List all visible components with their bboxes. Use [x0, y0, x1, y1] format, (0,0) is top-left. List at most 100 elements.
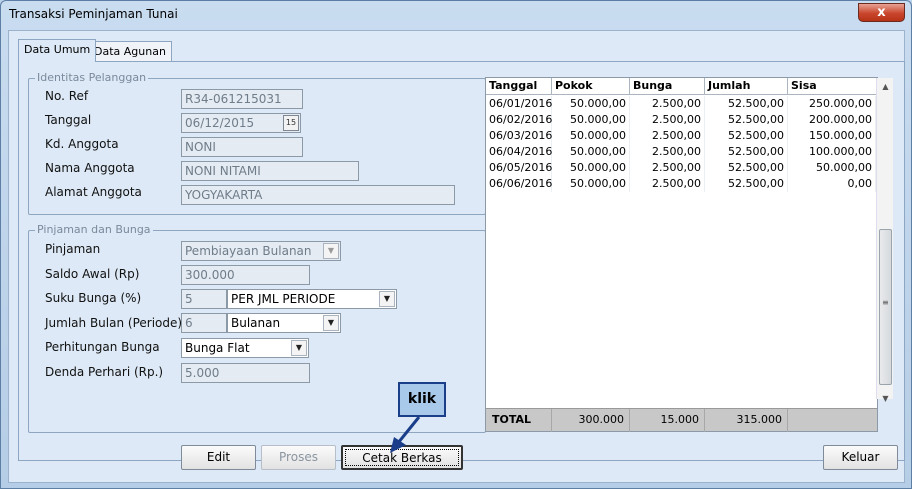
total-bunga: 15.000	[630, 409, 705, 432]
tab-label: Data Agunan	[94, 45, 166, 58]
label-saldo-awal: Saldo Awal (Rp)	[45, 267, 140, 281]
grip-icon: ≡	[882, 298, 889, 307]
cell-sisa: 0,00	[788, 176, 876, 192]
tab-data-umum[interactable]: Data Umum	[18, 39, 97, 62]
annotation-callout: klik	[398, 382, 446, 417]
keluar-button[interactable]: Keluar	[823, 445, 898, 470]
suku-bunga-unit-select[interactable]: PER JML PERIODE ▼	[227, 289, 397, 309]
jumlah-bulan-unit-select[interactable]: Bulanan ▼	[227, 313, 341, 333]
scrollbar-thumb[interactable]: ≡	[879, 229, 892, 385]
chevron-down-icon[interactable]: ▼	[323, 243, 339, 259]
column-header-bunga[interactable]: Bunga	[630, 78, 705, 95]
cell-tanggal: 06/06/2016	[486, 176, 552, 192]
total-jumlah: 315.000	[705, 409, 788, 432]
group-identitas-pelanggan: Identitas Pelanggan No. Ref R34-06121503…	[28, 71, 486, 215]
cell-pokok: 50.000,00	[552, 160, 630, 176]
window-client-area: Data Umum Data Agunan Identitas Pelangga…	[8, 30, 905, 483]
cell-tanggal: 06/05/2016	[486, 160, 552, 176]
label-kd-anggota: Kd. Anggota	[45, 137, 119, 151]
saldo-awal-field[interactable]: 300.000	[181, 265, 310, 285]
edit-button[interactable]: Edit	[181, 445, 256, 470]
close-button[interactable]: x	[858, 3, 905, 22]
cell-jumlah: 52.500,00	[705, 144, 788, 160]
pinjaman-value: Pembiayaan Bulanan	[185, 244, 312, 258]
scroll-up-icon[interactable]: ▲	[877, 80, 894, 94]
chevron-down-icon[interactable]: ▼	[379, 291, 395, 307]
label-alamat-anggota: Alamat Anggota	[45, 185, 142, 199]
label-tanggal: Tanggal	[45, 113, 92, 127]
scroll-down-icon[interactable]: ▼	[877, 392, 894, 406]
alamat-anggota-field[interactable]: YOGYAKARTA	[181, 185, 455, 205]
perhitungan-bunga-value: Bunga Flat	[185, 341, 250, 355]
group-title: Pinjaman dan Bunga	[35, 223, 153, 236]
annotation-arrow-icon	[390, 416, 421, 453]
perhitungan-bunga-select[interactable]: Bunga Flat ▼	[181, 338, 309, 358]
chevron-down-icon[interactable]: ▼	[323, 315, 339, 331]
table-row[interactable]: 06/01/2016 50.000,00 2.500,00 52.500,00 …	[486, 96, 876, 112]
cell-sisa: 50.000,00	[788, 160, 876, 176]
cell-jumlah: 52.500,00	[705, 128, 788, 144]
cell-jumlah: 52.500,00	[705, 160, 788, 176]
cell-bunga: 2.500,00	[630, 160, 705, 176]
cell-bunga: 2.500,00	[630, 144, 705, 160]
cell-tanggal: 06/02/2016	[486, 112, 552, 128]
cell-pokok: 50.000,00	[552, 96, 630, 112]
cell-sisa: 100.000,00	[788, 144, 876, 160]
cell-pokok: 50.000,00	[552, 112, 630, 128]
calendar-icon[interactable]: 15	[283, 115, 299, 131]
table-row[interactable]: 06/02/2016 50.000,00 2.500,00 52.500,00 …	[486, 112, 876, 128]
cell-bunga: 2.500,00	[630, 128, 705, 144]
nama-anggota-field[interactable]: NONI NITAMI	[181, 161, 359, 181]
chevron-down-icon[interactable]: ▼	[291, 340, 307, 356]
cell-bunga: 2.500,00	[630, 96, 705, 112]
cell-bunga: 2.500,00	[630, 112, 705, 128]
totals-label: TOTAL	[486, 409, 552, 432]
label-pinjaman: Pinjaman	[45, 242, 101, 256]
label-nama-anggota: Nama Anggota	[45, 161, 135, 175]
cell-sisa: 200.000,00	[788, 112, 876, 128]
cell-tanggal: 06/03/2016	[486, 128, 552, 144]
denda-perhari-field[interactable]: 5.000	[181, 363, 310, 383]
close-icon: x	[877, 5, 886, 20]
cell-bunga: 2.500,00	[630, 176, 705, 192]
column-header-tanggal[interactable]: Tanggal	[486, 78, 552, 95]
suku-bunga-field[interactable]: 5	[181, 289, 227, 309]
group-title: Identitas Pelanggan	[35, 71, 149, 84]
column-header-jumlah[interactable]: Jumlah	[705, 78, 788, 95]
window-title: Transaksi Peminjaman Tunai	[9, 7, 178, 21]
label-suku-bunga: Suku Bunga (%)	[45, 291, 142, 305]
tanggal-date-picker[interactable]: 06/12/2015 15	[181, 113, 301, 133]
total-sisa	[788, 409, 877, 432]
cell-jumlah: 52.500,00	[705, 176, 788, 192]
cell-pokok: 50.000,00	[552, 128, 630, 144]
table-row[interactable]: 06/05/2016 50.000,00 2.500,00 52.500,00 …	[486, 160, 876, 176]
angsuran-grid[interactable]: Tanggal Pokok Bunga Jumlah Sisa 06/01/20…	[485, 77, 893, 432]
cell-pokok: 50.000,00	[552, 176, 630, 192]
cell-sisa: 250.000,00	[788, 96, 876, 112]
title-bar[interactable]: Transaksi Peminjaman Tunai x	[1, 1, 911, 29]
tab-data-agunan[interactable]: Data Agunan	[88, 41, 172, 62]
column-header-pokok[interactable]: Pokok	[552, 78, 630, 95]
label-denda-perhari: Denda Perhari (Rp.)	[45, 365, 164, 379]
total-pokok: 300.000	[552, 409, 630, 432]
column-header-sisa[interactable]: Sisa	[788, 78, 877, 95]
table-row[interactable]: 06/03/2016 50.000,00 2.500,00 52.500,00 …	[486, 128, 876, 144]
table-row[interactable]: 06/04/2016 50.000,00 2.500,00 52.500,00 …	[486, 144, 876, 160]
jumlah-bulan-field[interactable]: 6	[181, 313, 227, 333]
cell-pokok: 50.000,00	[552, 144, 630, 160]
kd-anggota-field[interactable]: NONI	[181, 137, 303, 157]
grid-vertical-scrollbar[interactable]: ▲ ≡ ▼	[876, 78, 894, 403]
tab-label: Data Umum	[24, 43, 91, 56]
jumlah-bulan-unit-value: Bulanan	[231, 316, 281, 330]
suku-bunga-unit-value: PER JML PERIODE	[231, 292, 336, 306]
no-ref-field[interactable]: R34-061215031	[181, 89, 303, 109]
cell-sisa: 150.000,00	[788, 128, 876, 144]
tanggal-value: 06/12/2015	[185, 116, 255, 130]
cell-jumlah: 52.500,00	[705, 112, 788, 128]
proses-button[interactable]: Proses	[261, 445, 336, 470]
grid-totals-row: TOTAL 300.000 15.000 315.000	[486, 408, 877, 432]
label-perhitungan-bunga: Perhitungan Bunga	[45, 340, 160, 354]
cell-tanggal: 06/01/2016	[486, 96, 552, 112]
pinjaman-select[interactable]: Pembiayaan Bulanan ▼	[181, 241, 341, 261]
table-row[interactable]: 06/06/2016 50.000,00 2.500,00 52.500,00 …	[486, 176, 876, 192]
